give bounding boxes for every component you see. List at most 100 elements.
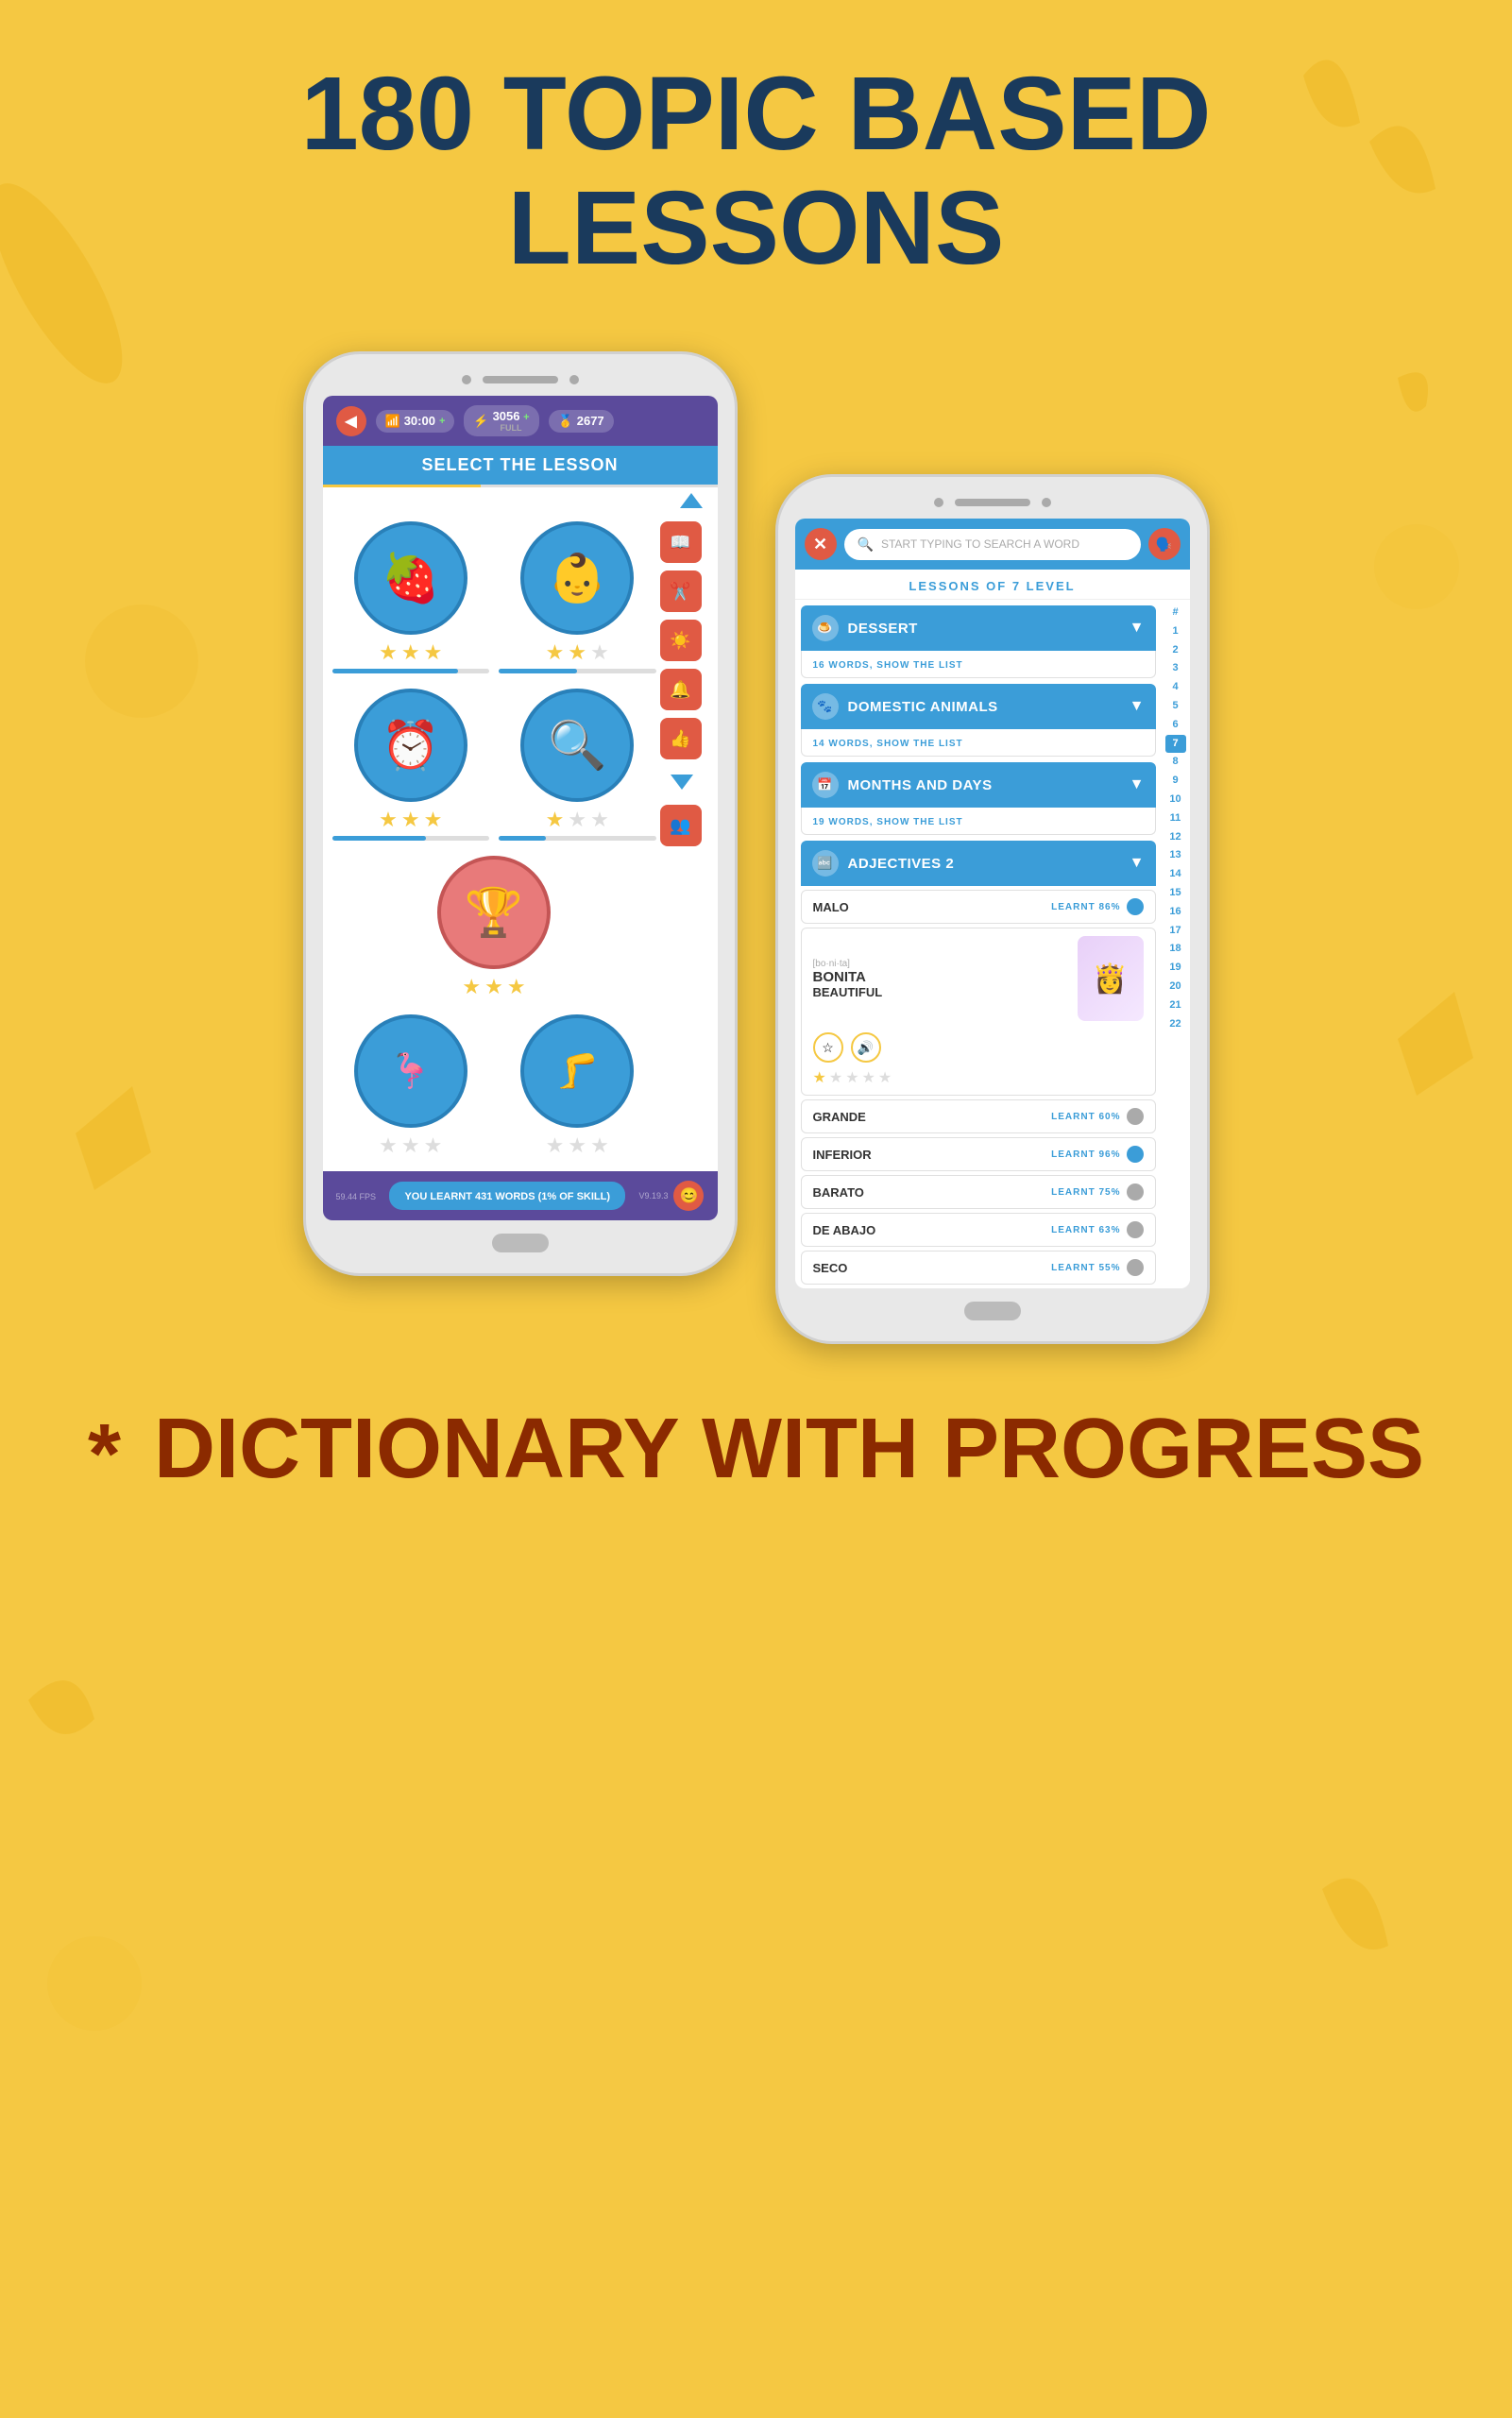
sidebar-btn-people[interactable]: 👥 (660, 805, 702, 846)
bonita-icons-row: ☆ 🔊 (813, 1032, 1144, 1063)
coins-badge: 🥇 2677 (549, 410, 614, 433)
num-18[interactable]: 18 (1169, 940, 1181, 959)
close-button[interactable]: ✕ (805, 528, 837, 560)
word-item-inferior[interactable]: INFERIOR LEARNT 96% (801, 1137, 1156, 1171)
lesson-item-clock[interactable]: ⏰ ★ ★ ★ (332, 689, 490, 841)
sidebar-btn-scissors[interactable]: ✂️ (660, 570, 702, 612)
section-animals-header[interactable]: 🐾 DOMESTIC ANIMALS ▼ (801, 684, 1156, 729)
right-phone-screen: ✕ 🔍 START TYPING TO SEARCH A WORD 🗣️ LES… (795, 519, 1190, 1288)
barato-learnt-circle (1127, 1183, 1144, 1200)
stars-strawberry: ★ ★ ★ (379, 640, 442, 665)
bonita-text-section: [bo·ni·ta] BONITA BEAUTIFUL (813, 959, 883, 999)
num-22[interactable]: 22 (1169, 1015, 1181, 1034)
lesson-item-baby[interactable]: 👶 ★ ★ ★ (499, 521, 656, 673)
adj-arrow: ▼ (1130, 855, 1145, 872)
section-months-header[interactable]: 📅 MONTHS AND DAYS ▼ (801, 762, 1156, 808)
lesson-item-flamingo[interactable]: 🦩 ★ ★ ★ (332, 1014, 490, 1158)
word-item-seco[interactable]: SECO LEARNT 55% (801, 1251, 1156, 1285)
num-16[interactable]: 16 (1169, 903, 1181, 922)
star-3: ★ (424, 808, 443, 832)
stars-flamingo: ★ ★ ★ (379, 1133, 442, 1158)
num-21[interactable]: 21 (1169, 996, 1181, 1015)
bonita-star-2: ★ (829, 1068, 842, 1087)
deabajo-learnt-circle (1127, 1221, 1144, 1238)
sidebar-btn-thumb[interactable]: 👍 (660, 718, 702, 759)
num-12[interactable]: 12 (1169, 828, 1181, 847)
star-2: ★ (484, 975, 503, 999)
star-2: ★ (568, 640, 586, 665)
footer-section: * DICTIONARY WITH PROGRESS (0, 1344, 1512, 1541)
num-8[interactable]: 8 (1172, 753, 1178, 772)
sidebar-btn-sun[interactable]: ☀️ (660, 620, 702, 661)
progress-search (499, 836, 656, 841)
bonita-star-icon[interactable]: ☆ (813, 1032, 843, 1063)
right-phone-bottom (795, 1288, 1190, 1320)
sidebar-btn-book[interactable]: 📖 (660, 521, 702, 563)
adj-icon: 🔤 (812, 850, 839, 877)
bonita-star-1: ★ (813, 1068, 826, 1087)
lesson-grid-main: 🍓 ★ ★ ★ 👶 (332, 514, 656, 1166)
sidebar-btn-bell[interactable]: 🔔 (660, 669, 702, 710)
num-9[interactable]: 9 (1172, 772, 1178, 791)
word-item-barato[interactable]: BARATO LEARNT 75% (801, 1175, 1156, 1209)
star-2: ★ (401, 640, 420, 665)
word-item-grande[interactable]: GRANDE LEARNT 60% (801, 1099, 1156, 1133)
scroll-down-indicator[interactable] (671, 775, 693, 790)
num-20[interactable]: 20 (1169, 978, 1181, 996)
user-avatar[interactable]: 😊 (673, 1181, 704, 1211)
num-hash[interactable]: # (1172, 604, 1178, 622)
num-4[interactable]: 4 (1172, 678, 1178, 697)
timer-badge: 📶 30:00 + (376, 410, 455, 433)
left-phone-frame: ◀ 📶 30:00 + ⚡ 3056 + FULL 🥇 2677 (303, 351, 738, 1276)
word-item-malo[interactable]: MALO LEARNT 86% (801, 890, 1156, 924)
num-17[interactable]: 17 (1169, 922, 1181, 941)
star-1: ★ (546, 808, 565, 832)
right-phone-frame: ✕ 🔍 START TYPING TO SEARCH A WORD 🗣️ LES… (775, 474, 1210, 1344)
num-3[interactable]: 3 (1172, 659, 1178, 678)
barato-learnt-text: LEARNT 75% (1051, 1187, 1120, 1198)
num-2[interactable]: 2 (1172, 641, 1178, 660)
search-placeholder: START TYPING TO SEARCH A WORD (881, 537, 1079, 551)
lesson-item-search[interactable]: 🔍 ★ ★ ★ (499, 689, 656, 841)
num-7-active[interactable]: 7 (1165, 735, 1186, 754)
lesson-item-leg[interactable]: 🦵 ★ ★ ★ (499, 1014, 656, 1158)
animals-word-count: 14 WORDS, SHOW THE LIST (813, 739, 963, 749)
footer-heading: * DICTIONARY WITH PROGRESS (38, 1401, 1474, 1504)
scroll-up-indicator[interactable] (680, 493, 703, 508)
num-1[interactable]: 1 (1172, 622, 1178, 641)
search-input-container[interactable]: 🔍 START TYPING TO SEARCH A WORD (844, 529, 1141, 560)
section-dessert-header[interactable]: 🍮 DESSERT ▼ (801, 605, 1156, 651)
home-button-left[interactable] (492, 1234, 549, 1252)
home-button-right[interactable] (964, 1302, 1021, 1320)
num-11[interactable]: 11 (1170, 809, 1181, 828)
num-15[interactable]: 15 (1169, 884, 1181, 903)
footer-star-icon: * (88, 1406, 121, 1504)
profile-button[interactable]: 🗣️ (1148, 528, 1181, 560)
speaker-bar-r (955, 499, 1030, 506)
seco-learnt-text: LEARNT 55% (1051, 1263, 1120, 1273)
back-button[interactable]: ◀ (336, 406, 366, 436)
num-13[interactable]: 13 (1169, 846, 1181, 865)
bonita-audio-icon[interactable]: 🔊 (851, 1032, 881, 1063)
num-14[interactable]: 14 (1169, 865, 1181, 884)
star-1-empty: ★ (379, 1133, 398, 1158)
star-3-empty: ★ (424, 1133, 443, 1158)
word-item-deabajo[interactable]: DE ABAJO LEARNT 63% (801, 1213, 1156, 1247)
num-19[interactable]: 19 (1169, 959, 1181, 978)
malo-learnt-circle (1127, 898, 1144, 915)
progress-fill (499, 836, 546, 841)
lesson-item-trophy[interactable]: 🏆 ★ ★ ★ (428, 856, 560, 999)
right-screen-body: 🍮 DESSERT ▼ 16 WORDS, SHOW THE LIST 🐾 DO… (795, 600, 1190, 1288)
lesson-item-strawberry[interactable]: 🍓 ★ ★ ★ (332, 521, 490, 673)
sensor-dot-r (1042, 498, 1051, 507)
section-adj-header[interactable]: 🔤 ADJECTIVES 2 ▼ (801, 841, 1156, 886)
num-6[interactable]: 6 (1172, 716, 1178, 735)
months-arrow: ▼ (1130, 776, 1145, 793)
word-list: MALO LEARNT 86% [bo·ni·ta] BO (801, 890, 1156, 1285)
num-10[interactable]: 10 (1169, 791, 1181, 809)
left-phone-bottom (323, 1220, 718, 1252)
malo-learnt-text: LEARNT 86% (1051, 902, 1120, 912)
full-badge: FULL (493, 423, 530, 433)
num-5[interactable]: 5 (1172, 697, 1178, 716)
word-item-bonita[interactable]: [bo·ni·ta] BONITA BEAUTIFUL 👸 ☆ 🔊 (801, 928, 1156, 1096)
